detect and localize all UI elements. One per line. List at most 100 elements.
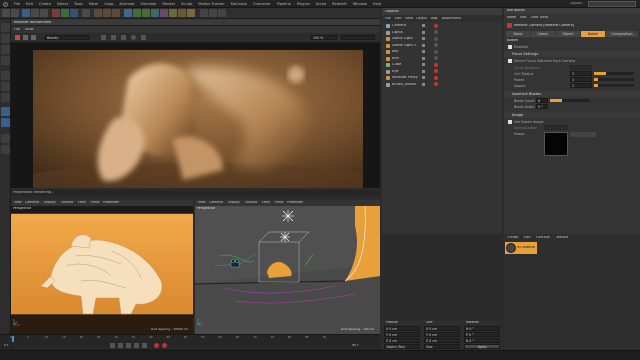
- visibility-toggle-icon[interactable]: [422, 69, 425, 73]
- axis-mode-icon[interactable]: [1, 107, 10, 116]
- viewport-right[interactable]: Perspective Grid Spacing : 100 cm: [195, 206, 380, 334]
- texture-mode-icon[interactable]: [1, 45, 10, 54]
- attr-menu-user-data[interactable]: User Data: [531, 16, 548, 19]
- rot-h-field[interactable]: H 0 °: [464, 326, 500, 331]
- rv-menu-view[interactable]: View: [25, 28, 34, 32]
- object-manager-titlebar[interactable]: Objects: [382, 8, 502, 15]
- mat-menu-texture[interactable]: Texture: [556, 236, 568, 239]
- om-menu-view[interactable]: View: [405, 17, 413, 20]
- rot-p-field[interactable]: P 0 °: [464, 332, 500, 337]
- menu-edit[interactable]: Edit: [23, 0, 36, 8]
- attr-menu-edit[interactable]: Edit: [520, 16, 527, 19]
- lock-view-icon[interactable]: [111, 35, 116, 40]
- tag-icon[interactable]: [434, 43, 438, 47]
- vp2-menu-panel[interactable]: Panel: [275, 201, 284, 204]
- layout-dropdown[interactable]: [588, 1, 636, 7]
- aperture-blades-section[interactable]: Aperture Blades: [504, 91, 640, 97]
- object-row[interactable]: Bullsh_Statue: [382, 82, 502, 88]
- region-icon[interactable]: [121, 35, 126, 40]
- timeline-playhead[interactable]: [12, 336, 14, 342]
- focus-distance-field[interactable]: [570, 65, 592, 70]
- lock-icon[interactable]: [1, 145, 10, 154]
- attributes-titlebar[interactable]: Attributes: [504, 8, 640, 14]
- normalization-select[interactable]: [544, 125, 568, 130]
- prev-frame-icon[interactable]: [118, 343, 123, 348]
- tweak-mode-icon[interactable]: [1, 118, 10, 127]
- aspect-slider[interactable]: [594, 84, 634, 87]
- vp2-menu-view[interactable]: View: [198, 201, 206, 204]
- enabled-checkbox[interactable]: [508, 45, 512, 49]
- mat-menu-function[interactable]: Function: [536, 236, 550, 239]
- object-row[interactable]: Cube: [382, 62, 502, 68]
- zoom-select[interactable]: 100 %: [311, 35, 337, 40]
- vp2-menu-prorender[interactable]: ProRender: [287, 201, 303, 204]
- array-icon[interactable]: [151, 9, 159, 17]
- size-x-field[interactable]: X 0 cm: [424, 326, 460, 331]
- tag-icon[interactable]: [434, 56, 438, 60]
- make-editable-icon[interactable]: [1, 23, 10, 32]
- aov-select[interactable]: Beauty: [45, 35, 89, 40]
- menu-window[interactable]: Window: [350, 0, 370, 8]
- coc-slider[interactable]: [594, 72, 634, 75]
- object-row[interactable]: Redshift Proxy: [382, 75, 502, 81]
- om-menu-file[interactable]: File: [385, 17, 391, 20]
- deformer-icon[interactable]: [160, 9, 168, 17]
- points-mode-icon[interactable]: [1, 71, 10, 80]
- vp1-menu-prorender[interactable]: ProRender: [103, 201, 119, 204]
- pen-icon[interactable]: [133, 9, 141, 17]
- goto-start-icon[interactable]: [110, 343, 115, 348]
- om-menu-edit[interactable]: Edit: [395, 17, 402, 20]
- viewport-left[interactable]: Perspective Grid Spacing : 10000 cm: [11, 206, 193, 334]
- workplane-icon[interactable]: [1, 56, 10, 65]
- vp2-menu-options[interactable]: Options: [245, 201, 257, 204]
- snapshot-icon[interactable]: [31, 35, 36, 40]
- coord-size-select[interactable]: Size: [424, 344, 460, 349]
- focus-settings-section[interactable]: Focus Settings: [504, 51, 640, 57]
- power-slider[interactable]: [594, 78, 634, 81]
- current-frame-field[interactable]: 0 F: [4, 344, 9, 347]
- tab-object[interactable]: Object: [556, 31, 580, 37]
- menu-mograph[interactable]: MoGraph: [228, 0, 250, 8]
- subdivision-icon[interactable]: [142, 9, 150, 17]
- image-section[interactable]: Image: [504, 112, 640, 118]
- object-row[interactable]: Rim: [382, 56, 502, 62]
- tab-basic[interactable]: Basic: [506, 31, 530, 37]
- end-frame-field[interactable]: 90 F: [352, 344, 359, 347]
- tab-composition[interactable]: Composition: [606, 31, 638, 37]
- menu-pipeline[interactable]: Pipeline: [274, 0, 294, 8]
- menu-motion-tracker[interactable]: Motion Tracker: [195, 0, 227, 8]
- object-row[interactable]: Lights: [382, 30, 502, 36]
- vp1-menu-view[interactable]: View: [14, 201, 22, 204]
- size-y-field[interactable]: Y 0 cm: [424, 332, 460, 337]
- redshift-icon[interactable]: [200, 9, 208, 17]
- proxy-icon[interactable]: [209, 9, 217, 17]
- camera-icon[interactable]: [178, 9, 186, 17]
- render-view-icon[interactable]: [94, 9, 102, 17]
- pos-z-field[interactable]: Z 0 cm: [384, 338, 420, 343]
- visibility-toggle-icon[interactable]: [422, 37, 425, 40]
- move-tool-icon[interactable]: [22, 9, 30, 17]
- blade-angle-field[interactable]: 0 °: [536, 104, 548, 109]
- floor-icon[interactable]: [169, 9, 177, 17]
- render-icon[interactable]: [103, 9, 111, 17]
- object-row[interactable]: Camera: [382, 23, 502, 29]
- blade-count-field[interactable]: 6: [536, 98, 548, 103]
- visibility-toggle-icon[interactable]: [422, 50, 425, 53]
- next-frame-icon[interactable]: [134, 343, 139, 348]
- bokeh-image-preview[interactable]: [544, 132, 568, 156]
- menu-script[interactable]: Script: [313, 0, 329, 8]
- stop-render-icon[interactable]: [15, 35, 20, 40]
- menu-mesh[interactable]: Mesh: [86, 0, 101, 8]
- object-row[interactable]: Key: [382, 49, 502, 55]
- apply-button[interactable]: Apply: [464, 344, 500, 349]
- menu-select[interactable]: Select: [54, 0, 71, 8]
- z-axis-icon[interactable]: [70, 9, 78, 17]
- tab-bokeh[interactable]: Bokeh: [581, 31, 605, 37]
- menu-character[interactable]: Character: [250, 0, 274, 8]
- vp2-menu-display[interactable]: Display: [228, 201, 240, 204]
- cube-icon[interactable]: [124, 9, 132, 17]
- script-icon[interactable]: [218, 9, 226, 17]
- vp1-menu-cameras[interactable]: Cameras: [25, 201, 39, 204]
- rotate-tool-icon[interactable]: [40, 9, 48, 17]
- om-menu-bookmarks[interactable]: Bookmarks: [442, 17, 461, 20]
